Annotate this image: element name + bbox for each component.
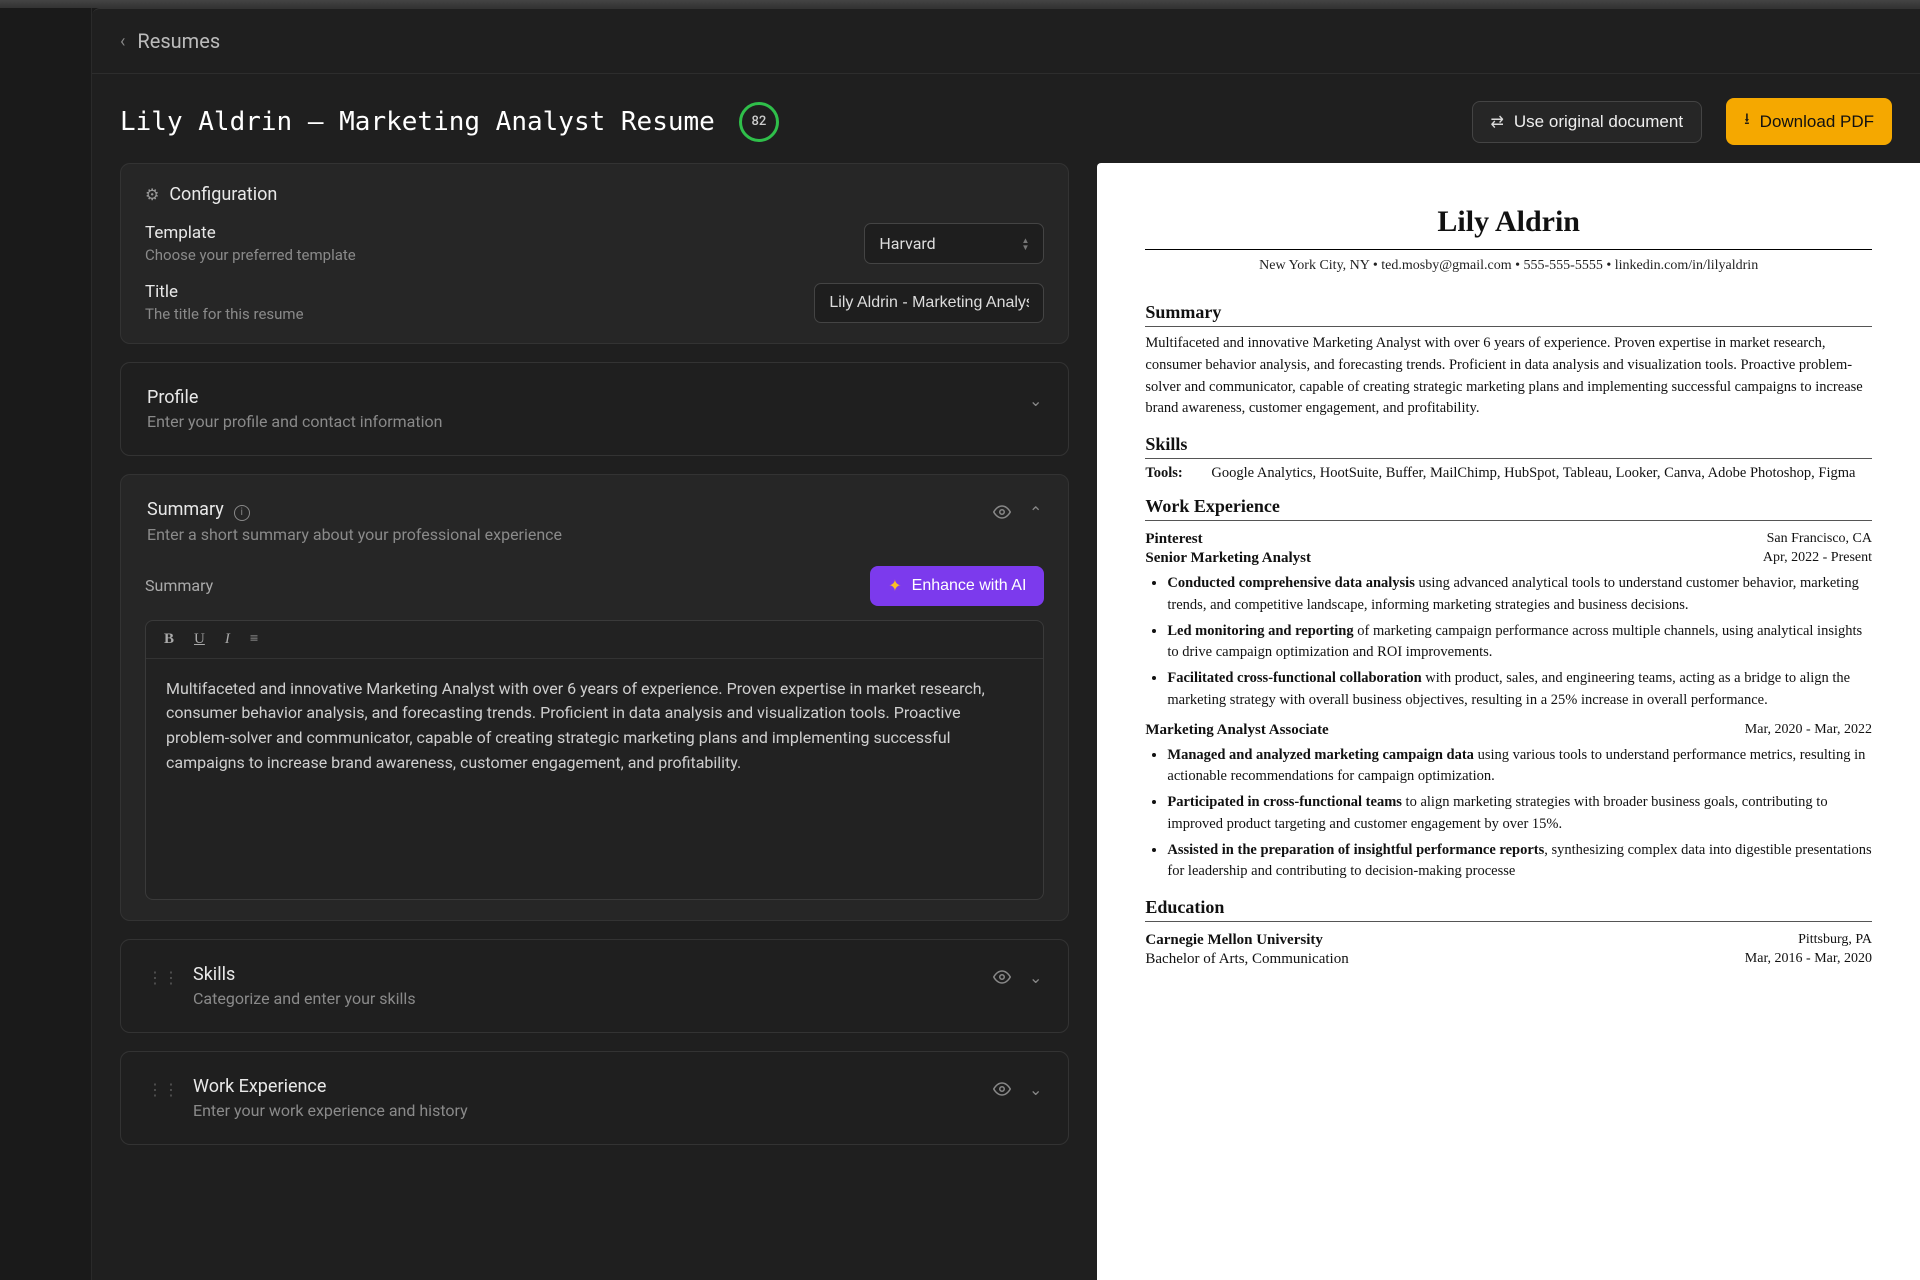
preview-skills-list: Google Analytics, HootSuite, Buffer, Mai…	[1205, 465, 1872, 482]
edu-school: Carnegie Mellon University	[1145, 932, 1322, 949]
score-ring[interactable]: 82	[739, 102, 779, 142]
edu-location: Pittsburg, PA	[1798, 932, 1872, 949]
template-select[interactable]: Harvard ▲▼	[864, 223, 1044, 264]
title-desc: The title for this resume	[145, 305, 794, 323]
drag-handle-icon[interactable]: ⋮⋮	[147, 1076, 179, 1099]
resume-preview: Lily Aldrin New York City, NY • ted.mosb…	[1097, 163, 1920, 1280]
title-input[interactable]	[814, 283, 1044, 323]
profile-title: Profile	[147, 387, 1029, 408]
summary-desc: Enter a short summary about your profess…	[147, 525, 993, 544]
eye-icon[interactable]	[993, 968, 1011, 986]
configuration-title: Configuration	[169, 184, 277, 205]
summary-panel: Summary i Enter a short summary about yo…	[120, 474, 1069, 921]
breadcrumb: ‹ Resumes	[92, 9, 1920, 74]
swap-icon: ⇄	[1491, 112, 1504, 132]
breadcrumb-label[interactable]: Resumes	[137, 29, 220, 53]
work-title: Work Experience	[193, 1076, 993, 1097]
job2-role: Marketing Analyst Associate	[1145, 722, 1328, 739]
breadcrumb-back-icon[interactable]: ‹	[120, 31, 125, 52]
template-label: Template	[145, 223, 844, 243]
eye-icon[interactable]	[993, 1080, 1011, 1098]
preview-skills-label: Tools:	[1145, 465, 1205, 482]
skills-desc: Categorize and enter your skills	[193, 989, 993, 1008]
bold-button[interactable]: B	[164, 631, 174, 648]
job1-bullets: Conducted comprehensive data analysis us…	[1167, 573, 1872, 712]
job2-b2-lead: Participated in cross-functional teams	[1167, 794, 1402, 810]
profile-panel[interactable]: Profile Enter your profile and contact i…	[120, 362, 1069, 456]
window-chrome	[0, 0, 1920, 8]
enhance-with-ai-button[interactable]: ✦ Enhance with AI	[870, 566, 1044, 606]
edu-degree: Bachelor of Arts, Communication	[1145, 951, 1348, 968]
job1-b2-lead: Led monitoring and reporting	[1167, 623, 1353, 639]
preview-work-heading: Work Experience	[1145, 496, 1872, 521]
preview-summary-text: Multifaceted and innovative Marketing An…	[1145, 333, 1872, 420]
job2-bullets: Managed and analyzed marketing campaign …	[1167, 745, 1872, 884]
use-original-document-button[interactable]: ⇄ Use original document	[1472, 101, 1703, 143]
gear-icon: ⚙	[145, 185, 159, 204]
job1-b1-lead: Conducted comprehensive data analysis	[1167, 575, 1414, 591]
summary-editor: B U I ≡ Multifaceted and innovative Mark…	[145, 620, 1044, 900]
skills-title: Skills	[193, 964, 993, 985]
title-label: Title	[145, 282, 794, 302]
chevron-down-icon[interactable]: ⌄	[1029, 1080, 1042, 1099]
eye-icon[interactable]	[993, 503, 1011, 521]
job2-dates: Mar, 2020 - Mar, 2022	[1745, 722, 1872, 739]
preview-summary-heading: Summary	[1145, 302, 1872, 327]
download-pdf-button[interactable]: ⭳ Download PDF	[1726, 98, 1892, 145]
sparkle-icon: ✦	[888, 576, 901, 596]
work-experience-panel[interactable]: ⋮⋮ Work Experience Enter your work exper…	[120, 1051, 1069, 1145]
download-pdf-label: Download PDF	[1760, 112, 1874, 132]
preview-name: Lily Aldrin	[1145, 205, 1872, 239]
summary-textarea[interactable]: Multifaceted and innovative Marketing An…	[146, 659, 1043, 899]
template-value: Harvard	[879, 234, 935, 253]
job1-role: Senior Marketing Analyst	[1145, 550, 1311, 567]
chevron-up-icon[interactable]: ⌃	[1029, 503, 1042, 522]
list-button[interactable]: ≡	[250, 631, 258, 648]
skills-panel[interactable]: ⋮⋮ Skills Categorize and enter your skil…	[120, 939, 1069, 1033]
enhance-label: Enhance with AI	[912, 577, 1027, 595]
chevron-down-icon[interactable]: ⌄	[1029, 968, 1042, 987]
job1-company: Pinterest	[1145, 531, 1202, 548]
chevron-down-icon[interactable]: ⌄	[1029, 391, 1042, 410]
preview-skills-heading: Skills	[1145, 434, 1872, 459]
score-value: 82	[751, 114, 766, 129]
work-desc: Enter your work experience and history	[193, 1101, 993, 1120]
info-icon[interactable]: i	[234, 505, 250, 521]
job2-b3-lead: Assisted in the preparation of insightfu…	[1167, 842, 1544, 858]
configuration-panel: ⚙ Configuration Template Choose your pre…	[120, 163, 1069, 344]
italic-button[interactable]: I	[225, 631, 230, 648]
underline-button[interactable]: U	[194, 631, 205, 648]
page-title: Lily Aldrin — Marketing Analyst Resume	[120, 107, 715, 137]
use-original-document-label: Use original document	[1514, 112, 1683, 132]
download-icon: ⭳	[1744, 108, 1750, 135]
template-desc: Choose your preferred template	[145, 246, 844, 264]
select-chevrons-icon: ▲▼	[1021, 237, 1029, 251]
job2-b1-lead: Managed and analyzed marketing campaign …	[1167, 747, 1474, 763]
job1-location: San Francisco, CA	[1767, 531, 1872, 548]
preview-contact-line: New York City, NY • ted.mosby@gmail.com …	[1145, 249, 1872, 288]
editor-column: ⚙ Configuration Template Choose your pre…	[92, 163, 1097, 1280]
drag-handle-icon[interactable]: ⋮⋮	[147, 964, 179, 987]
left-sidebar	[0, 8, 92, 1280]
rte-toolbar: B U I ≡	[146, 621, 1043, 659]
summary-field-label: Summary	[145, 576, 870, 595]
job1-dates: Apr, 2022 - Present	[1763, 550, 1872, 567]
summary-title: Summary	[147, 499, 224, 520]
profile-desc: Enter your profile and contact informati…	[147, 412, 1029, 431]
edu-dates: Mar, 2016 - Mar, 2020	[1745, 951, 1872, 968]
preview-education-heading: Education	[1145, 897, 1872, 922]
job1-b3-lead: Facilitated cross-functional collaborati…	[1167, 670, 1421, 686]
